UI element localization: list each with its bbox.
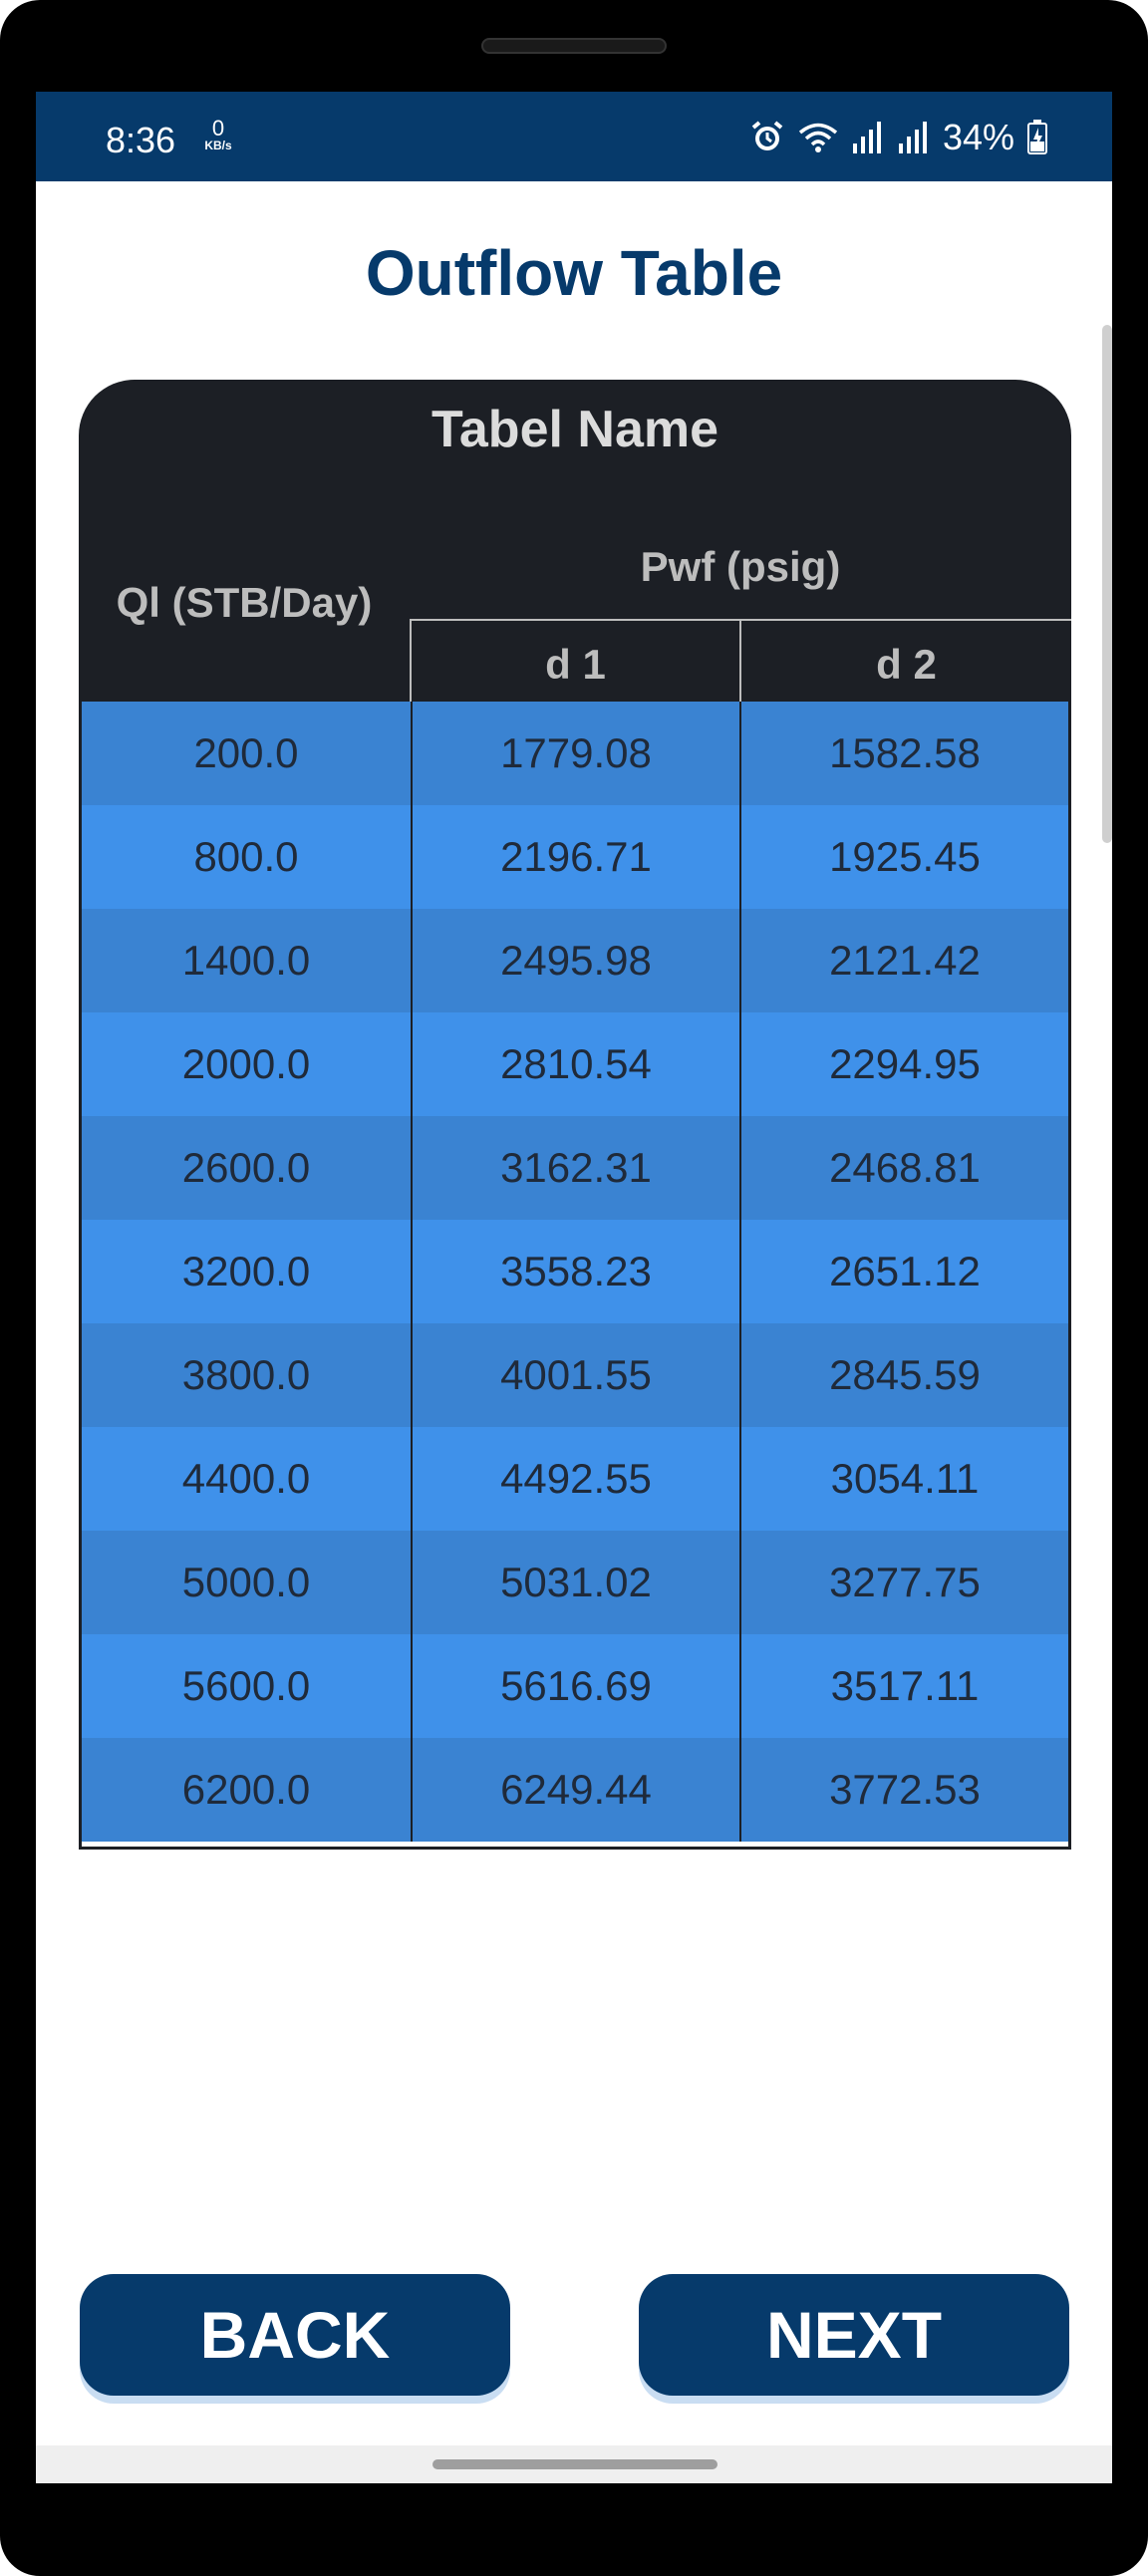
next-button[interactable]: NEXT xyxy=(639,2274,1069,2396)
cell-d2: 1582.58 xyxy=(739,702,1068,805)
phone-frame: 8:36 0 KB/s 34% Outflow Table Tabel Name… xyxy=(0,0,1148,2576)
page-title: Outflow Table xyxy=(365,237,783,309)
column-header-d2: d 2 xyxy=(876,641,937,688)
column-header-ql: Ql (STB/Day) xyxy=(116,579,373,626)
cell-ql: 1400.0 xyxy=(181,937,311,984)
cell-d1: 3558.23 xyxy=(411,1220,739,1323)
table-row: 800.0 2196.71 1925.45 xyxy=(82,805,1068,909)
cell-d1: 5616.69 xyxy=(411,1634,739,1738)
cell-ql: 5600.0 xyxy=(181,1662,311,1709)
table-row: 5600.0 5616.69 3517.11 xyxy=(82,1634,1068,1738)
table-header: Tabel Name Ql (STB/Day) Pwf (psig) d 1 d… xyxy=(79,380,1071,702)
cell-d2: 1925.45 xyxy=(739,805,1068,909)
cell-d2: 2121.42 xyxy=(739,909,1068,1012)
cell-ql: 3800.0 xyxy=(181,1351,311,1398)
cell-ql: 2000.0 xyxy=(181,1040,311,1087)
cell-ql: 3200.0 xyxy=(181,1248,311,1294)
back-button[interactable]: BACK xyxy=(80,2274,510,2396)
cell-d1: 4492.55 xyxy=(411,1427,739,1531)
cell-d2: 3054.11 xyxy=(739,1427,1068,1531)
cell-d2: 3277.75 xyxy=(739,1531,1068,1634)
status-time: 8:36 xyxy=(106,120,176,160)
network-speed-unit: KB/s xyxy=(204,139,232,152)
table-row: 2600.0 3162.31 2468.81 xyxy=(82,1116,1068,1220)
cell-ql: 800.0 xyxy=(193,833,299,880)
home-handle[interactable] xyxy=(432,2459,718,2469)
cell-ql: 2600.0 xyxy=(181,1144,311,1191)
navigation-bar xyxy=(36,2445,1112,2483)
cell-d1: 2196.71 xyxy=(411,805,739,909)
table-row: 4400.0 4492.55 3054.11 xyxy=(82,1427,1068,1531)
cell-ql: 6200.0 xyxy=(181,1766,311,1813)
cell-d1: 2810.54 xyxy=(411,1012,739,1116)
battery-percent: 34% xyxy=(942,117,1014,157)
table-row: 3200.0 3558.23 2651.12 xyxy=(82,1220,1068,1323)
cell-d2: 2294.95 xyxy=(739,1012,1068,1116)
table-name: Tabel Name xyxy=(430,401,719,458)
status-bar: 8:36 0 KB/s 34% xyxy=(36,92,1112,181)
table-row: 5000.0 5031.02 3277.75 xyxy=(82,1531,1068,1634)
table-row: 2000.0 2810.54 2294.95 xyxy=(82,1012,1068,1116)
table-row: 200.0 1779.08 1582.58 xyxy=(82,702,1068,805)
network-speed-value: 0 xyxy=(211,116,225,141)
cell-d2: 2468.81 xyxy=(739,1116,1068,1220)
cell-d1: 6249.44 xyxy=(411,1738,739,1842)
cell-d1: 4001.55 xyxy=(411,1323,739,1427)
table-row: 1400.0 2495.98 2121.42 xyxy=(82,909,1068,1012)
column-header-pwf: Pwf (psig) xyxy=(640,543,841,590)
status-icons: 34% xyxy=(749,116,1048,159)
speaker-grille xyxy=(481,38,667,54)
outflow-table: Tabel Name Ql (STB/Day) Pwf (psig) d 1 d… xyxy=(79,380,1071,1850)
cell-ql: 5000.0 xyxy=(181,1559,311,1605)
battery-charging-icon xyxy=(1026,120,1048,155)
cell-d2: 3517.11 xyxy=(739,1634,1068,1738)
cell-d1: 1779.08 xyxy=(411,702,739,805)
screen: 8:36 0 KB/s 34% Outflow Table Tabel Name… xyxy=(36,92,1112,2483)
cell-ql: 200.0 xyxy=(193,729,299,776)
table-row: 3800.0 4001.55 2845.59 xyxy=(82,1323,1068,1427)
cell-d1: 3162.31 xyxy=(411,1116,739,1220)
cell-d2: 2845.59 xyxy=(739,1323,1068,1427)
signal-icon xyxy=(897,120,931,155)
cell-d2: 2651.12 xyxy=(739,1220,1068,1323)
wifi-icon xyxy=(797,120,839,155)
cell-d2: 3772.53 xyxy=(739,1738,1068,1842)
table-row: 6200.0 6249.44 3772.53 xyxy=(82,1738,1068,1842)
network-speed: 0 KB/s xyxy=(193,116,243,152)
alarm-icon xyxy=(749,120,785,155)
cell-d1: 5031.02 xyxy=(411,1531,739,1634)
cell-ql: 4400.0 xyxy=(181,1455,311,1502)
signal-icon xyxy=(851,120,885,155)
cell-d1: 2495.98 xyxy=(411,909,739,1012)
table-body: 200.0 1779.08 1582.58 800.0 2196.71 1925… xyxy=(79,702,1071,1850)
scrollbar[interactable] xyxy=(1102,325,1112,843)
column-header-d1: d 1 xyxy=(545,641,606,688)
